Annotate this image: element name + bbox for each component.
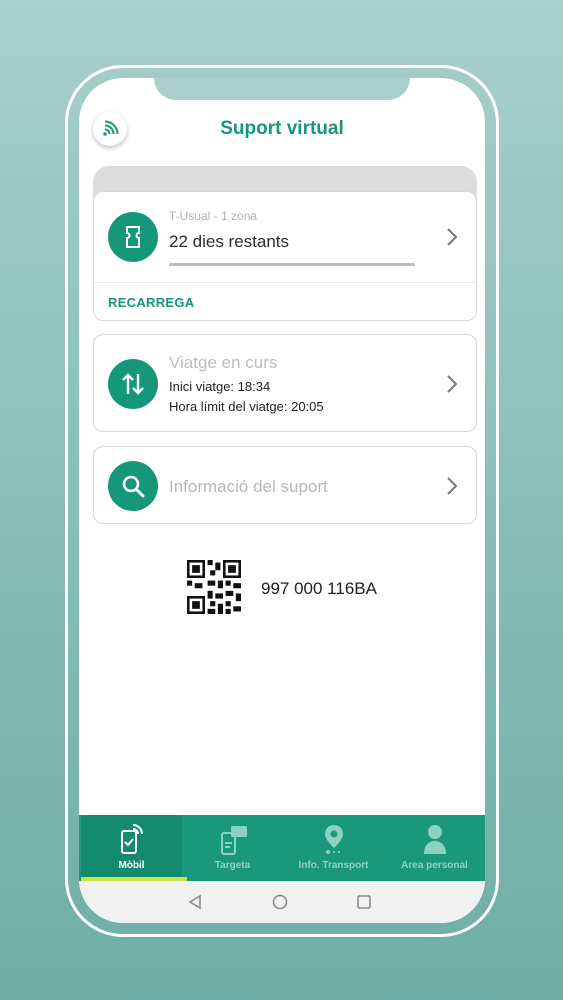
trip-limit-time: Hora límit del viatge: 20:05 bbox=[169, 399, 324, 414]
nav-label: Mòbil bbox=[118, 860, 145, 871]
trip-card[interactable]: Viatge en curs Inici viatge: 18:34 Hora … bbox=[93, 334, 477, 432]
search-icon bbox=[122, 475, 145, 498]
chevron-right-icon[interactable] bbox=[446, 374, 458, 394]
app-screen: Suport virtual T-Usual - 1 zona 22 dies … bbox=[79, 78, 485, 923]
nav-item-mobil[interactable]: Mòbil bbox=[81, 815, 182, 881]
support-info-title: Informació del suport bbox=[169, 477, 328, 496]
nav-label: Area personal bbox=[401, 860, 468, 871]
app-header: Suport virtual bbox=[79, 78, 485, 168]
chevron-right-icon[interactable] bbox=[446, 227, 458, 247]
ticket-icon-circle bbox=[108, 212, 158, 262]
page-title: Suport virtual bbox=[220, 118, 344, 139]
nav-label: Info. Transport bbox=[298, 860, 369, 871]
search-icon-circle bbox=[108, 461, 158, 511]
up-down-arrows-icon bbox=[122, 373, 144, 395]
person-icon bbox=[423, 825, 446, 854]
bottom-nav: Mòbil Targeta Info. Transport Area perso… bbox=[79, 815, 485, 881]
nav-item-info-transport[interactable]: Info. Transport bbox=[283, 815, 384, 881]
chevron-right-icon[interactable] bbox=[446, 476, 458, 496]
recent-apps-icon[interactable] bbox=[356, 894, 372, 910]
system-nav-bar bbox=[79, 881, 485, 923]
back-icon[interactable] bbox=[187, 894, 203, 910]
home-icon[interactable] bbox=[272, 894, 288, 910]
nav-label: Targeta bbox=[214, 860, 251, 871]
ticket-card[interactable]: T-Usual - 1 zona 22 dies restants RECARR… bbox=[93, 191, 477, 321]
trip-start-time: Inici viatge: 18:34 bbox=[169, 379, 271, 394]
ticket-type: T-Usual - 1 zona bbox=[169, 209, 258, 223]
ticket-icon bbox=[126, 226, 140, 248]
nav-item-targeta[interactable]: Targeta bbox=[182, 815, 283, 881]
location-pin-icon bbox=[324, 825, 343, 854]
card-phone-icon bbox=[220, 826, 247, 855]
support-info-card[interactable]: Informació del suport bbox=[93, 446, 477, 524]
remaining-progress-bar bbox=[169, 263, 415, 266]
mobile-nfc-icon bbox=[120, 824, 143, 854]
qr-code-icon[interactable] bbox=[187, 560, 241, 614]
card-divider bbox=[94, 282, 476, 283]
recharge-button[interactable]: RECARREGA bbox=[108, 295, 194, 310]
nav-item-area-personal[interactable]: Area personal bbox=[384, 815, 485, 881]
trip-title: Viatge en curs bbox=[169, 353, 278, 372]
days-remaining: 22 dies restants bbox=[169, 232, 290, 251]
trip-icon-circle bbox=[108, 359, 158, 409]
support-number: 997 000 116BA bbox=[261, 579, 377, 598]
